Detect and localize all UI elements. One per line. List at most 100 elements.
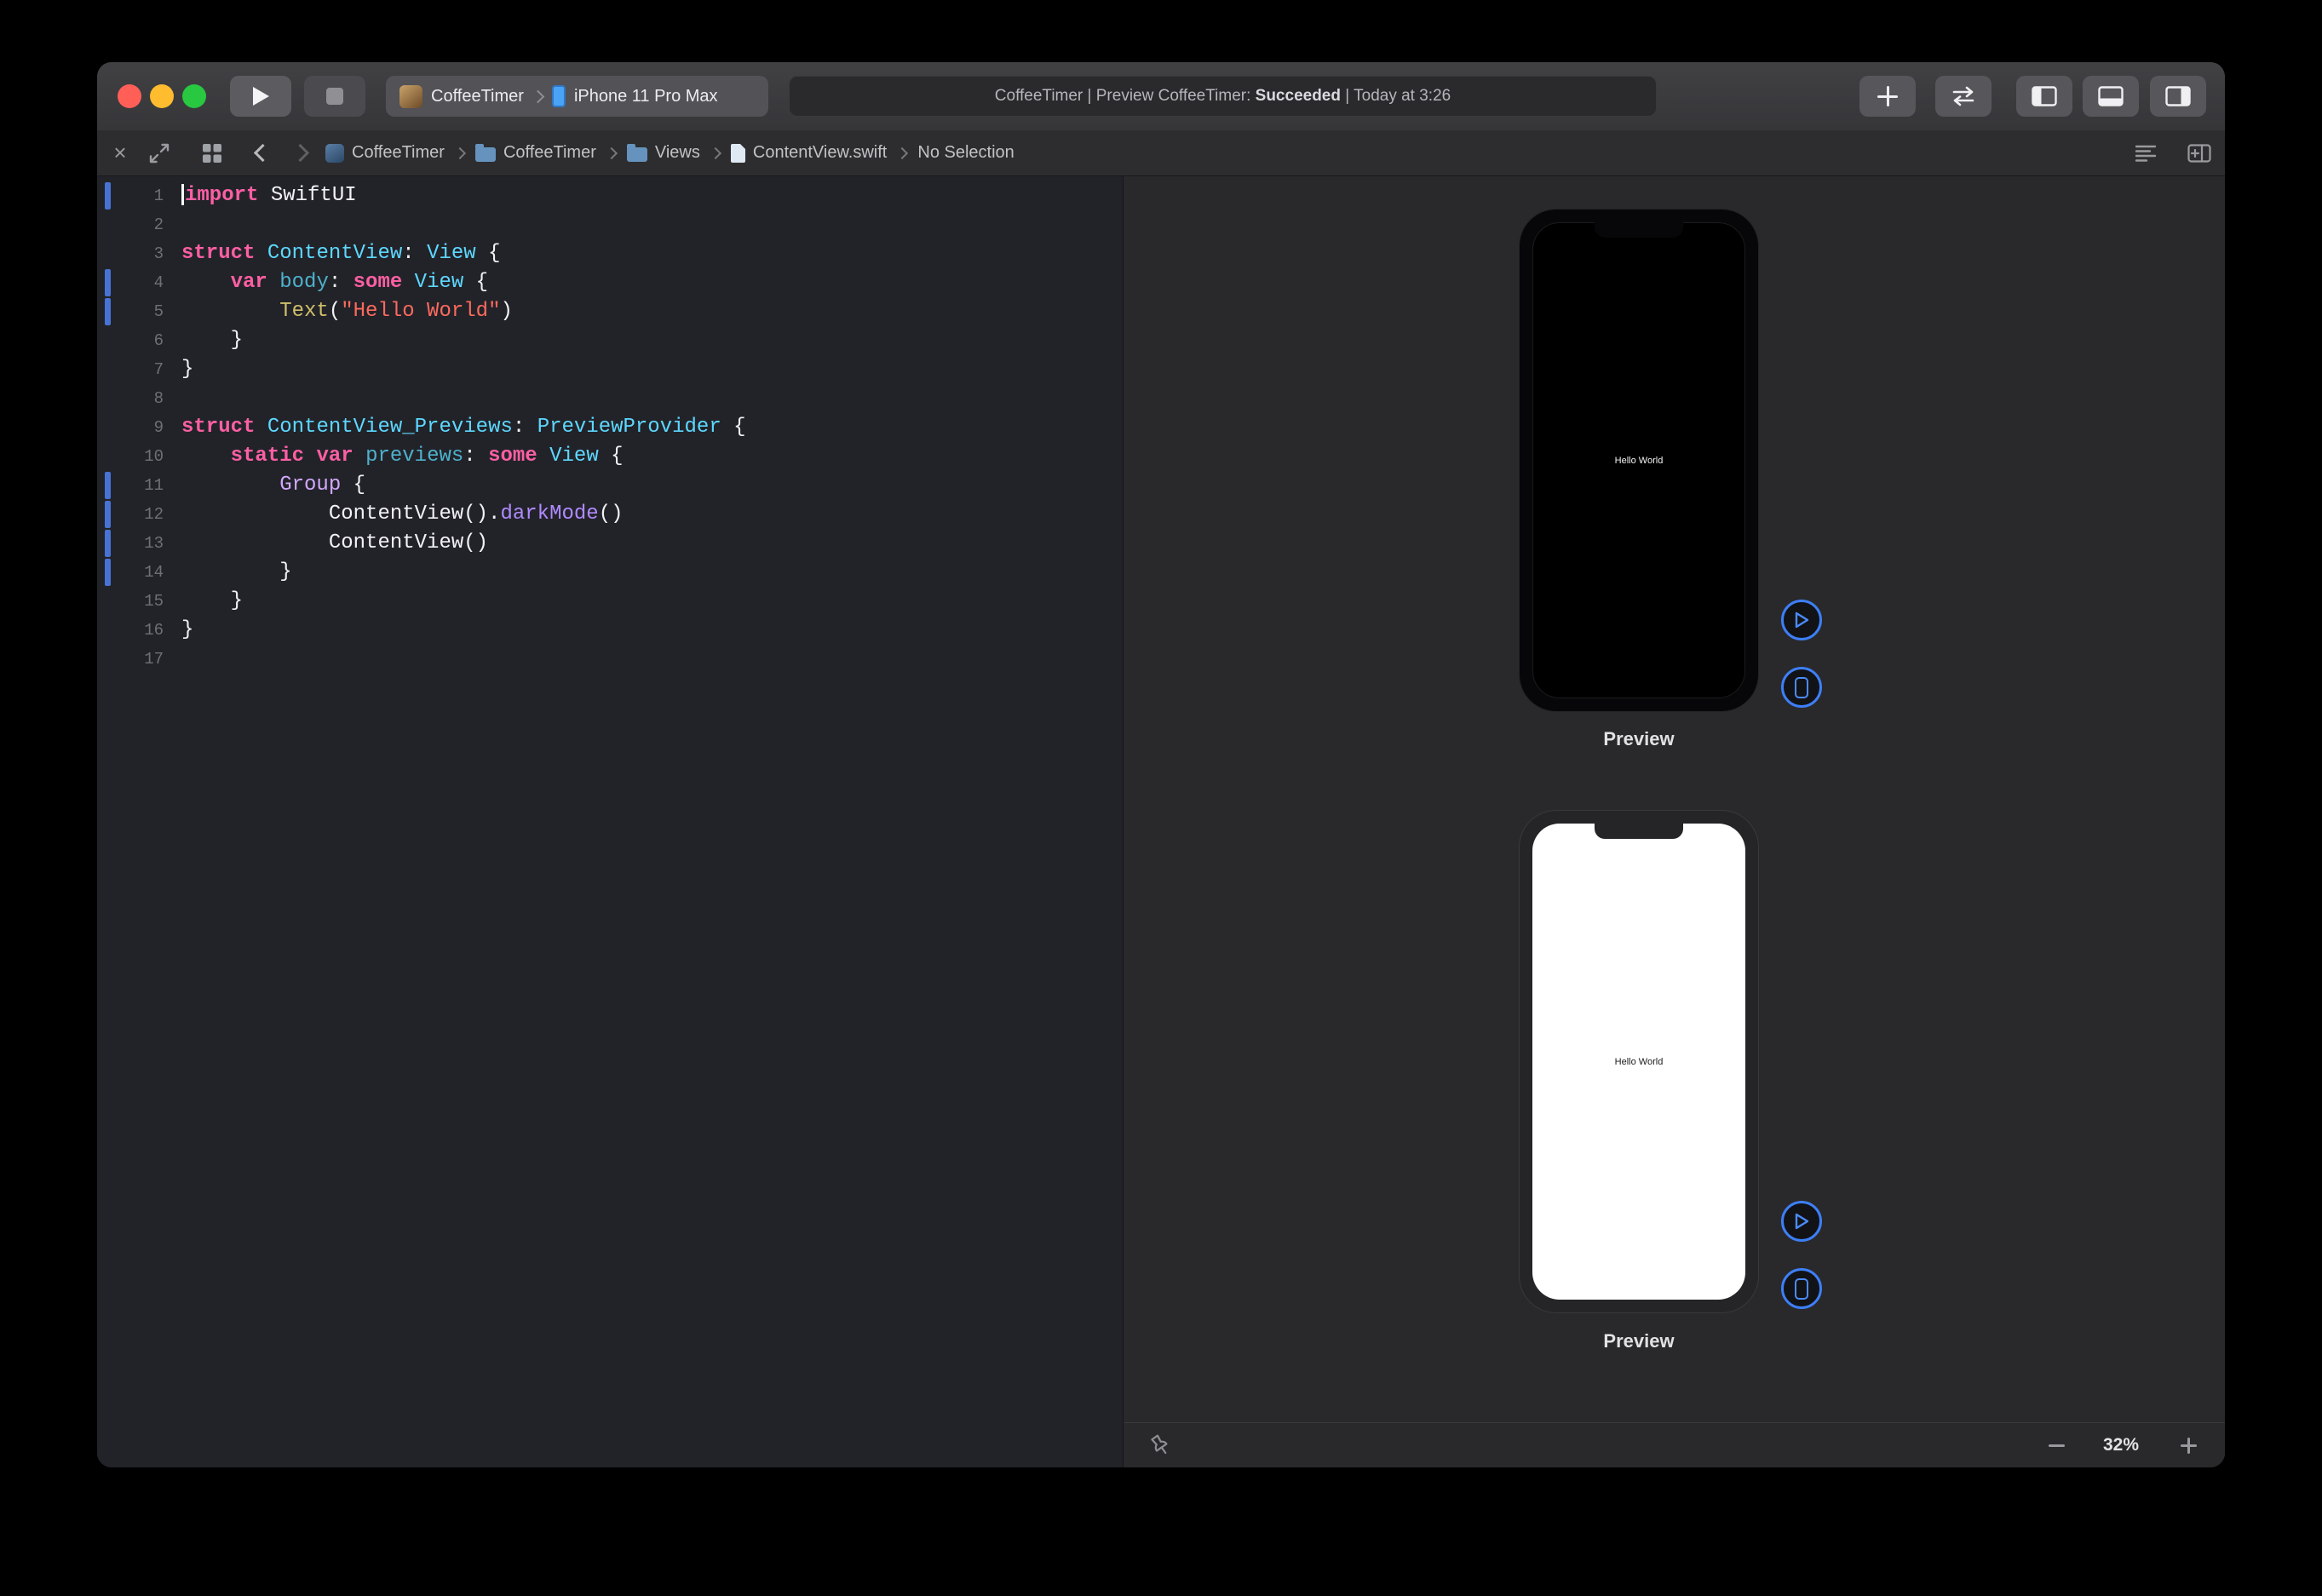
plus-icon	[2181, 1438, 2197, 1454]
code-line[interactable]: 8	[97, 384, 1123, 413]
preview-screen-dark: Hello World	[1532, 222, 1745, 698]
app-icon	[399, 85, 422, 108]
code-line[interactable]: 7}	[97, 355, 1123, 384]
chevron-left-icon	[253, 144, 271, 162]
zoom-in-button[interactable]	[2175, 1432, 2202, 1459]
toggle-navigator-button[interactable]	[2016, 76, 2072, 117]
code-line[interactable]: 16}	[97, 616, 1123, 645]
scheme-device-label: iPhone 11 Pro Max	[574, 87, 718, 106]
preview-device-light[interactable]: Hello World	[1519, 810, 1759, 1313]
close-editor-button[interactable]: ×	[109, 130, 131, 175]
line-number: 17	[97, 645, 164, 674]
minus-icon	[2049, 1444, 2065, 1447]
toggle-debug-area-button[interactable]	[2083, 76, 2139, 117]
chevron-right-icon	[710, 146, 721, 158]
code-text: }	[181, 616, 193, 645]
code-line[interactable]: 15 }	[97, 587, 1123, 616]
preview-screen-text: Hello World	[1615, 1057, 1664, 1067]
code-line[interactable]: 6 }	[97, 326, 1123, 355]
minimize-window-button[interactable]	[150, 84, 174, 108]
close-window-button[interactable]	[118, 84, 141, 108]
folder-icon	[627, 147, 647, 162]
panel-right-icon	[2165, 86, 2191, 106]
code-text: }	[181, 587, 243, 616]
play-circle-icon	[1795, 1213, 1809, 1230]
code-line[interactable]: 3struct ContentView: View {	[97, 239, 1123, 268]
preview-screen-light: Hello World	[1532, 824, 1745, 1300]
zoom-level[interactable]: 32%	[2090, 1435, 2152, 1455]
stop-icon	[326, 88, 343, 105]
related-items-grid-icon	[202, 143, 222, 164]
breadcrumb-label: No Selection	[917, 143, 1014, 163]
breadcrumb-item[interactable]: ContentView.swift	[731, 143, 888, 163]
code-text: var body: some View {	[181, 268, 488, 297]
breadcrumb-label: ContentView.swift	[753, 143, 888, 163]
library-button[interactable]	[1859, 76, 1916, 117]
breadcrumb-label: CoffeeTimer	[352, 143, 445, 163]
code-text: }	[181, 558, 292, 587]
add-editor-button[interactable]	[2187, 144, 2211, 163]
go-back-button[interactable]	[252, 130, 273, 175]
xcode-window: CoffeeTimer iPhone 11 Pro Max CoffeeTime…	[97, 62, 2225, 1467]
line-number: 7	[97, 355, 164, 384]
preview-on-device-button-dark[interactable]	[1781, 667, 1822, 708]
line-number: 6	[97, 326, 164, 355]
code-text: Text("Hello World")	[181, 297, 513, 326]
line-number: 15	[97, 587, 164, 616]
app-icon	[325, 144, 344, 163]
go-forward-button[interactable]	[290, 130, 310, 175]
canvas-bottom-bar: 32%	[1124, 1422, 2225, 1467]
preview-device-dark[interactable]: Hello World	[1519, 209, 1759, 712]
scheme-target[interactable]: CoffeeTimer	[399, 85, 524, 108]
code-text: static var previews: some View {	[181, 442, 624, 471]
code-line[interactable]: 4 var body: some View {	[97, 268, 1123, 297]
code-editor[interactable]: 1import SwiftUI23struct ContentView: Vie…	[97, 176, 1124, 1467]
jumpbar-right-controls	[2135, 130, 2211, 175]
breadcrumb-item[interactable]: No Selection	[917, 143, 1014, 163]
code-line[interactable]: 12 ContentView().darkMode()	[97, 500, 1123, 529]
breadcrumb-item[interactable]: CoffeeTimer	[475, 143, 596, 163]
stop-button[interactable]	[304, 76, 365, 117]
line-number: 10	[97, 442, 164, 471]
breadcrumb-label: Views	[655, 143, 700, 163]
related-items-button[interactable]	[199, 130, 225, 175]
activity-status-view: CoffeeTimer | Preview CoffeeTimer: Succe…	[789, 76, 1657, 117]
code-text: }	[181, 355, 193, 384]
desktop: { "toolbar": { "scheme": { "project": "C…	[0, 0, 2322, 1596]
code-line[interactable]: 13 ContentView()	[97, 529, 1123, 558]
editor-swap-button[interactable]	[1935, 76, 1992, 117]
preview-canvas: Hello World Preview Hello World Preview	[1124, 176, 2225, 1467]
focus-editor-button[interactable]	[147, 130, 172, 175]
toolbar: CoffeeTimer iPhone 11 Pro Max CoffeeTime…	[97, 62, 2225, 131]
run-button[interactable]	[230, 76, 291, 117]
preview-on-device-button-light[interactable]	[1781, 1268, 1822, 1309]
breadcrumb-label: CoffeeTimer	[503, 143, 596, 163]
breadcrumb-item[interactable]: CoffeeTimer	[325, 143, 445, 163]
device-notch	[1595, 221, 1683, 238]
preview-label: Preview	[1519, 1329, 1759, 1353]
scheme-destination[interactable]: iPhone 11 Pro Max	[552, 85, 718, 107]
text-caret	[181, 184, 184, 205]
code-line[interactable]: 5 Text("Hello World")	[97, 297, 1123, 326]
code-line[interactable]: 2	[97, 210, 1123, 239]
zoom-window-button[interactable]	[182, 84, 206, 108]
breadcrumb-item[interactable]: Views	[627, 143, 700, 163]
code-line[interactable]: 17	[97, 645, 1123, 674]
code-line[interactable]: 14 }	[97, 558, 1123, 587]
line-number: 5	[97, 297, 164, 326]
editor-options-button[interactable]	[2135, 144, 2157, 163]
code-line[interactable]: 10 static var previews: some View {	[97, 442, 1123, 471]
code-line[interactable]: 1import SwiftUI	[97, 181, 1123, 210]
device-circle-icon	[1795, 677, 1808, 698]
live-preview-button-light[interactable]	[1781, 1201, 1822, 1242]
zoom-out-button[interactable]	[2043, 1432, 2070, 1459]
code-line[interactable]: 9struct ContentView_Previews: PreviewPro…	[97, 413, 1123, 442]
line-number: 12	[97, 500, 164, 529]
live-preview-button-dark[interactable]	[1781, 600, 1822, 640]
pin-preview-button[interactable]	[1144, 1429, 1177, 1462]
plus-icon	[1877, 86, 1898, 106]
toggle-inspector-button[interactable]	[2150, 76, 2206, 117]
status-text-suffix: | Today at 3:26	[1341, 87, 1451, 106]
code-line[interactable]: 11 Group {	[97, 471, 1123, 500]
play-icon	[251, 86, 270, 106]
